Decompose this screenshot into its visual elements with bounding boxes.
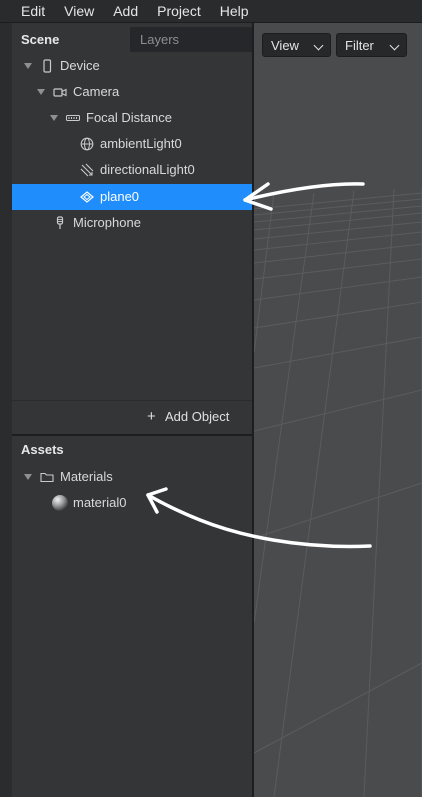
annotation-arrow-material <box>146 493 372 549</box>
annotation-overlay <box>146 182 372 549</box>
